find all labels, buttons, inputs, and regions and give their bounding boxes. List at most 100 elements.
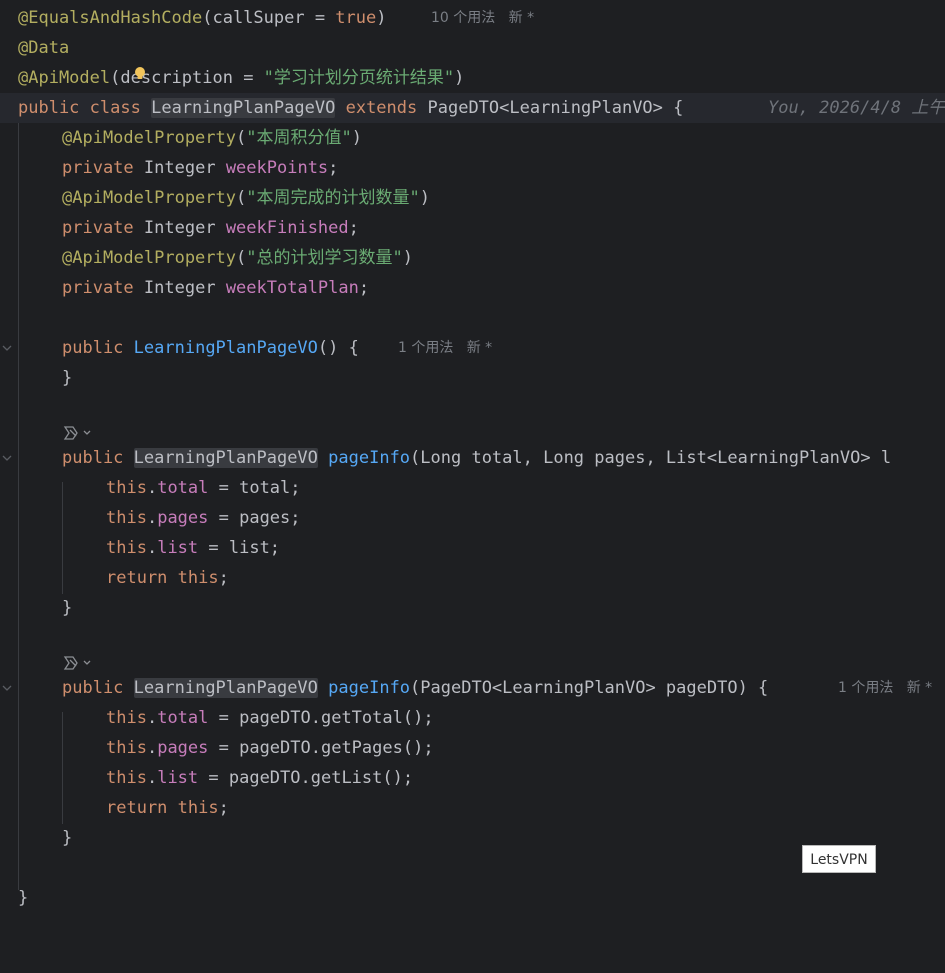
code-text: = pageDTO.getTotal(); [208,708,434,728]
string-literal: "本周完成的计划数量" [246,188,420,208]
code-line[interactable]: return this; [0,563,945,593]
keyword: this [106,768,147,788]
code-line[interactable]: } [0,883,945,913]
keyword: private [62,218,134,238]
code-line[interactable]: this.total = pageDTO.getTotal(); [0,703,945,733]
annotation: @EqualsAndHashCode [18,8,203,28]
usage-hint[interactable]: 1 个用法 新 * [398,333,492,363]
code-line[interactable]: @EqualsAndHashCode(callSuper = true) 10 … [0,3,945,33]
type-name: Integer [143,218,216,238]
code-text: = total; [208,478,301,498]
code-text: ) [454,68,465,88]
fold-chevron-icon[interactable] [2,443,12,473]
code-text: (PageDTO<LearningPlanVO> pageDTO) { [410,678,769,698]
field-name: weekPoints [225,158,329,178]
field-name: list [157,538,199,558]
code-text: = pageDTO.getList(); [198,768,414,788]
field-name: weekFinished [225,218,349,238]
code-line[interactable]: public LearningPlanPageVO pageInfo(Long … [0,443,945,473]
git-blame-annotation[interactable]: You, 2026/4/8 上午 [768,93,945,123]
type-name: Integer [143,278,216,298]
code-editor[interactable]: @EqualsAndHashCode(callSuper = true) 10 … [0,0,945,918]
code-line[interactable]: } [0,363,945,393]
string-literal: "本周积分值" [246,128,352,148]
annotation: @ApiModelProperty [62,128,236,148]
code-line[interactable]: this.pages = pageDTO.getPages(); [0,733,945,763]
code-text: . [146,708,158,728]
type-name: Integer [143,158,216,178]
ai-assistant-icon[interactable] [62,423,92,443]
code-text: . [146,538,158,558]
code-line[interactable]: private Integer weekPoints; [0,153,945,183]
keyword: this [177,568,219,588]
class-name[interactable]: LearningPlanPageVO [151,98,336,118]
code-text: ( [236,248,247,268]
annotation: @ApiModelProperty [62,188,236,208]
code-text: ; [218,568,229,588]
keyword: class [89,98,141,118]
code-text: ) [402,248,413,268]
keyword: public [62,678,124,698]
code-text: . [146,768,158,788]
keyword: this [106,508,147,528]
code-line[interactable]: this.pages = pages; [0,503,945,533]
app-tooltip: LetsVPN [802,845,876,873]
class-name[interactable]: LearningPlanPageVO [133,678,318,698]
code-line[interactable]: } [0,593,945,623]
fold-chevron-icon[interactable] [2,673,12,703]
keyword: this [106,708,147,728]
code-line[interactable]: @ApiModelProperty("总的计划学习数量") [0,243,945,273]
code-text: } [62,368,73,388]
code-text: (Long total, Long pages, List<LearningPl… [410,448,892,468]
keyword: extends [345,98,418,118]
keyword: public [62,338,124,358]
code-line[interactable]: return this; [0,793,945,823]
code-line[interactable]: this.list = list; [0,533,945,563]
keyword: public [18,98,80,118]
code-line[interactable]: this.list = pageDTO.getList(); [0,763,945,793]
code-text: ; [348,218,359,238]
usage-hint[interactable]: 1 个用法 新 * [838,673,932,703]
code-text: ) [351,128,362,148]
method-name: pageInfo [328,678,411,698]
method-name: LearningPlanPageVO [133,338,318,358]
code-line-current[interactable]: public class LearningPlanPageVO extends … [0,93,945,123]
code-text: ) [376,8,387,28]
code-text: PageDTO<LearningPlanVO> { [427,98,684,118]
usage-hint[interactable]: 10 个用法 新 * [431,3,534,33]
code-text: ; [328,158,339,178]
string-literal: "总的计划学习数量" [246,248,403,268]
code-text: = pageDTO.getPages(); [208,738,434,758]
keyword: private [62,158,134,178]
code-line[interactable]: @ApiModelProperty("本周积分值") [0,123,945,153]
ai-assistant-icon[interactable] [62,653,92,673]
code-text: escription = [130,68,264,88]
keyword: this [106,478,147,498]
code-line[interactable]: @ApiModelProperty("本周完成的计划数量") [0,183,945,213]
code-text: ; [358,278,370,298]
code-line[interactable]: @Data [0,33,945,63]
code-text: (callSuper = [202,8,336,28]
keyword: public [62,448,124,468]
field-name: pages [157,508,209,528]
code-text: () { [317,338,359,358]
code-text: } [62,598,73,618]
code-line[interactable]: private Integer weekFinished; [0,213,945,243]
lightbulb-icon[interactable] [133,66,147,82]
code-line[interactable]: this.total = total; [0,473,945,503]
field-name: pages [157,738,209,758]
code-line[interactable]: private Integer weekTotalPlan; [0,273,945,303]
string-literal: "学习计划分页统计结果" [263,68,455,88]
code-line[interactable]: public LearningPlanPageVO() { 1 个用法 新 * [0,333,945,363]
code-line[interactable]: public LearningPlanPageVO pageInfo(PageD… [0,673,945,703]
field-name: total [157,478,209,498]
fold-chevron-icon[interactable] [2,333,12,363]
code-text: = pages; [208,508,301,528]
code-text: . [146,478,158,498]
method-name: pageInfo [328,448,411,468]
class-name[interactable]: LearningPlanPageVO [133,448,318,468]
code-text: } [18,888,29,908]
keyword: this [106,538,147,558]
code-text: ( [236,188,247,208]
keyword: this [177,798,219,818]
